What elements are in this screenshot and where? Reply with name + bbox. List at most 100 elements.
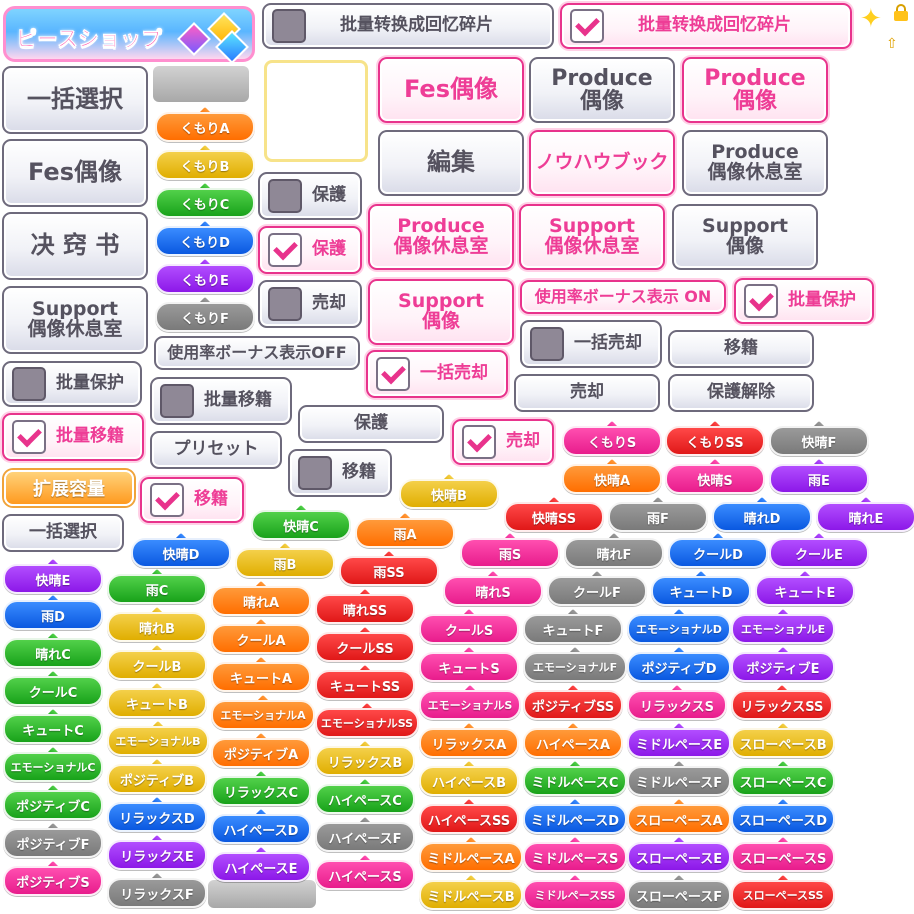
condition-tag: リラックスS: [627, 690, 727, 720]
condition-tag: ハイペースD: [211, 814, 311, 844]
condition-tag: くもりD: [155, 226, 255, 256]
produce-idol-button-active[interactable]: Produce 偶像: [682, 57, 828, 123]
condition-tag: ポジティブS: [3, 866, 103, 896]
condition-tag: キュートB: [107, 688, 207, 718]
checkbox-unchecked[interactable]: [298, 456, 332, 490]
condition-tag: ハイペースA: [523, 728, 623, 758]
bulk-sell-toggle-on[interactable]: 一括売却: [366, 350, 508, 398]
bulk-protect-toggle-on[interactable]: 批量保护: [734, 278, 874, 324]
support-idol-button-active[interactable]: Support 偶像: [368, 279, 514, 345]
checkbox-unchecked[interactable]: [160, 384, 194, 418]
sell-button[interactable]: 売却: [514, 374, 660, 412]
produce-label: Produce: [704, 65, 806, 91]
checkbox-checked[interactable]: [150, 483, 184, 517]
condition-tag: ポジティブF: [3, 828, 103, 858]
edit-label: 編集: [427, 148, 475, 177]
select-all-small-button[interactable]: 一括選択: [2, 514, 124, 552]
checkbox-checked[interactable]: [462, 425, 496, 459]
condition-tag: 雨A: [355, 518, 455, 548]
condition-tag: 雨B: [235, 548, 335, 578]
condition-tag: エモーショナルF: [523, 652, 627, 682]
condition-tag: ミドルペースF: [627, 766, 731, 796]
bulk-protect-toggle-off[interactable]: 批量保护: [2, 361, 142, 407]
protect-button[interactable]: 保護: [298, 405, 444, 443]
protect-label: 保護: [354, 413, 388, 434]
transfer-button[interactable]: 移籍: [668, 330, 814, 368]
sell-label: 売却: [312, 293, 346, 314]
condition-tag: キュートD: [651, 576, 751, 606]
sell-toggle-on[interactable]: 売却: [452, 419, 554, 465]
condition-tag: リラックスF: [107, 878, 207, 908]
bulk-transfer-toggle-on[interactable]: 批量移籍: [2, 413, 144, 461]
select-all-button[interactable]: 一括選択: [2, 66, 148, 134]
usage-bonus-on-button[interactable]: 使用率ボーナス表示 ON: [520, 280, 726, 314]
checkbox-checked[interactable]: [376, 357, 410, 391]
usage-bonus-off-button[interactable]: 使用率ボーナス表示OFF: [154, 336, 360, 370]
transfer-toggle-on[interactable]: 移籍: [140, 477, 244, 523]
produce-rest-button[interactable]: Produce 偶像休息室: [682, 130, 828, 196]
checkbox-unchecked[interactable]: [272, 9, 306, 43]
fes-idol-button-active[interactable]: Fes偶像: [378, 57, 524, 123]
condition-tag: 雨F: [608, 502, 708, 532]
condition-tag: スローペースD: [731, 804, 835, 834]
condition-tag: エモーショナルD: [627, 614, 731, 644]
condition-tag: スローペースF: [627, 880, 731, 910]
knack-book-button[interactable]: 决 窍 书: [2, 212, 148, 280]
condition-tag: ミドルペースB: [419, 880, 523, 910]
condition-tag: ハイペースC: [315, 784, 415, 814]
expand-capacity-button[interactable]: 扩展容量: [4, 470, 134, 506]
idol-label: 偶像: [579, 89, 624, 114]
edit-button[interactable]: 編集: [378, 130, 524, 196]
bulk-convert-toggle-off[interactable]: 批量转换成回忆碎片: [262, 3, 554, 49]
condition-tag: 雨S: [460, 538, 560, 568]
protect-toggle-off[interactable]: 保護: [258, 172, 362, 220]
bulk-convert-toggle-on[interactable]: 批量转换成回忆碎片: [560, 3, 852, 49]
unprotect-button[interactable]: 保護解除: [668, 374, 814, 412]
fes-idol-button[interactable]: Fes偶像: [2, 139, 148, 207]
condition-tag: ミドルペースS: [523, 842, 627, 872]
checkbox-checked[interactable]: [570, 9, 604, 43]
condition-tag: 雨C: [107, 574, 207, 604]
checkbox-unchecked[interactable]: [12, 367, 46, 401]
support-rest-button[interactable]: Support 偶像休息室: [2, 286, 148, 354]
condition-tag: ポジティブC: [3, 790, 103, 820]
condition-tag: キュートF: [523, 614, 623, 644]
condition-tag: 快晴SS: [504, 502, 604, 532]
bulk-protect-label: 批量保护: [56, 373, 124, 394]
support-idol-button[interactable]: Support 偶像: [672, 204, 818, 270]
sell-toggle-off[interactable]: 売却: [258, 280, 362, 328]
checkbox-checked[interactable]: [268, 233, 302, 267]
bulk-sell-toggle-off[interactable]: 一括売却: [520, 320, 662, 368]
condition-tag: スローペースB: [731, 728, 835, 758]
checkbox-checked[interactable]: [12, 420, 46, 454]
condition-tag: 快晴B: [399, 479, 499, 509]
bulk-transfer-label: 批量移籍: [204, 390, 272, 411]
condition-tag: 快晴D: [131, 538, 231, 568]
condition-tag: クールB: [107, 650, 207, 680]
condition-tag: くもりSS: [665, 426, 765, 456]
support-rest-button-active[interactable]: Support 偶像休息室: [519, 204, 665, 270]
checkbox-checked[interactable]: [744, 284, 778, 318]
preset-button[interactable]: プリセット: [150, 431, 282, 469]
condition-tag: くもりB: [155, 150, 255, 180]
produce-idol-button[interactable]: Produce 偶像: [529, 57, 675, 123]
knack-book-label: 决 窍 书: [30, 231, 120, 260]
condition-tag: 快晴S: [665, 464, 765, 494]
select-all-label: 一括選択: [27, 85, 123, 114]
condition-tag: ハイペースF: [315, 822, 415, 852]
condition-tag: ミドルペースD: [523, 804, 627, 834]
bulk-transfer-toggle-off[interactable]: 批量移籍: [150, 377, 292, 425]
condition-tag: ミドルペースSS: [523, 880, 627, 910]
transfer-toggle-off[interactable]: 移籍: [288, 449, 392, 497]
condition-tag: クールSS: [315, 632, 415, 662]
produce-rest-button-active[interactable]: Produce 偶像休息室: [368, 204, 514, 270]
condition-tag: スローペースC: [731, 766, 835, 796]
protect-toggle-on[interactable]: 保護: [258, 226, 362, 274]
knowhow-book-button[interactable]: ノウハウブック: [529, 130, 675, 196]
checkbox-unchecked[interactable]: [530, 327, 564, 361]
condition-tag: クールD: [668, 538, 768, 568]
condition-tag: エモーショナルA: [211, 700, 315, 730]
checkbox-unchecked[interactable]: [268, 287, 302, 321]
condition-tag: ポジティブD: [627, 652, 731, 682]
checkbox-unchecked[interactable]: [268, 179, 302, 213]
